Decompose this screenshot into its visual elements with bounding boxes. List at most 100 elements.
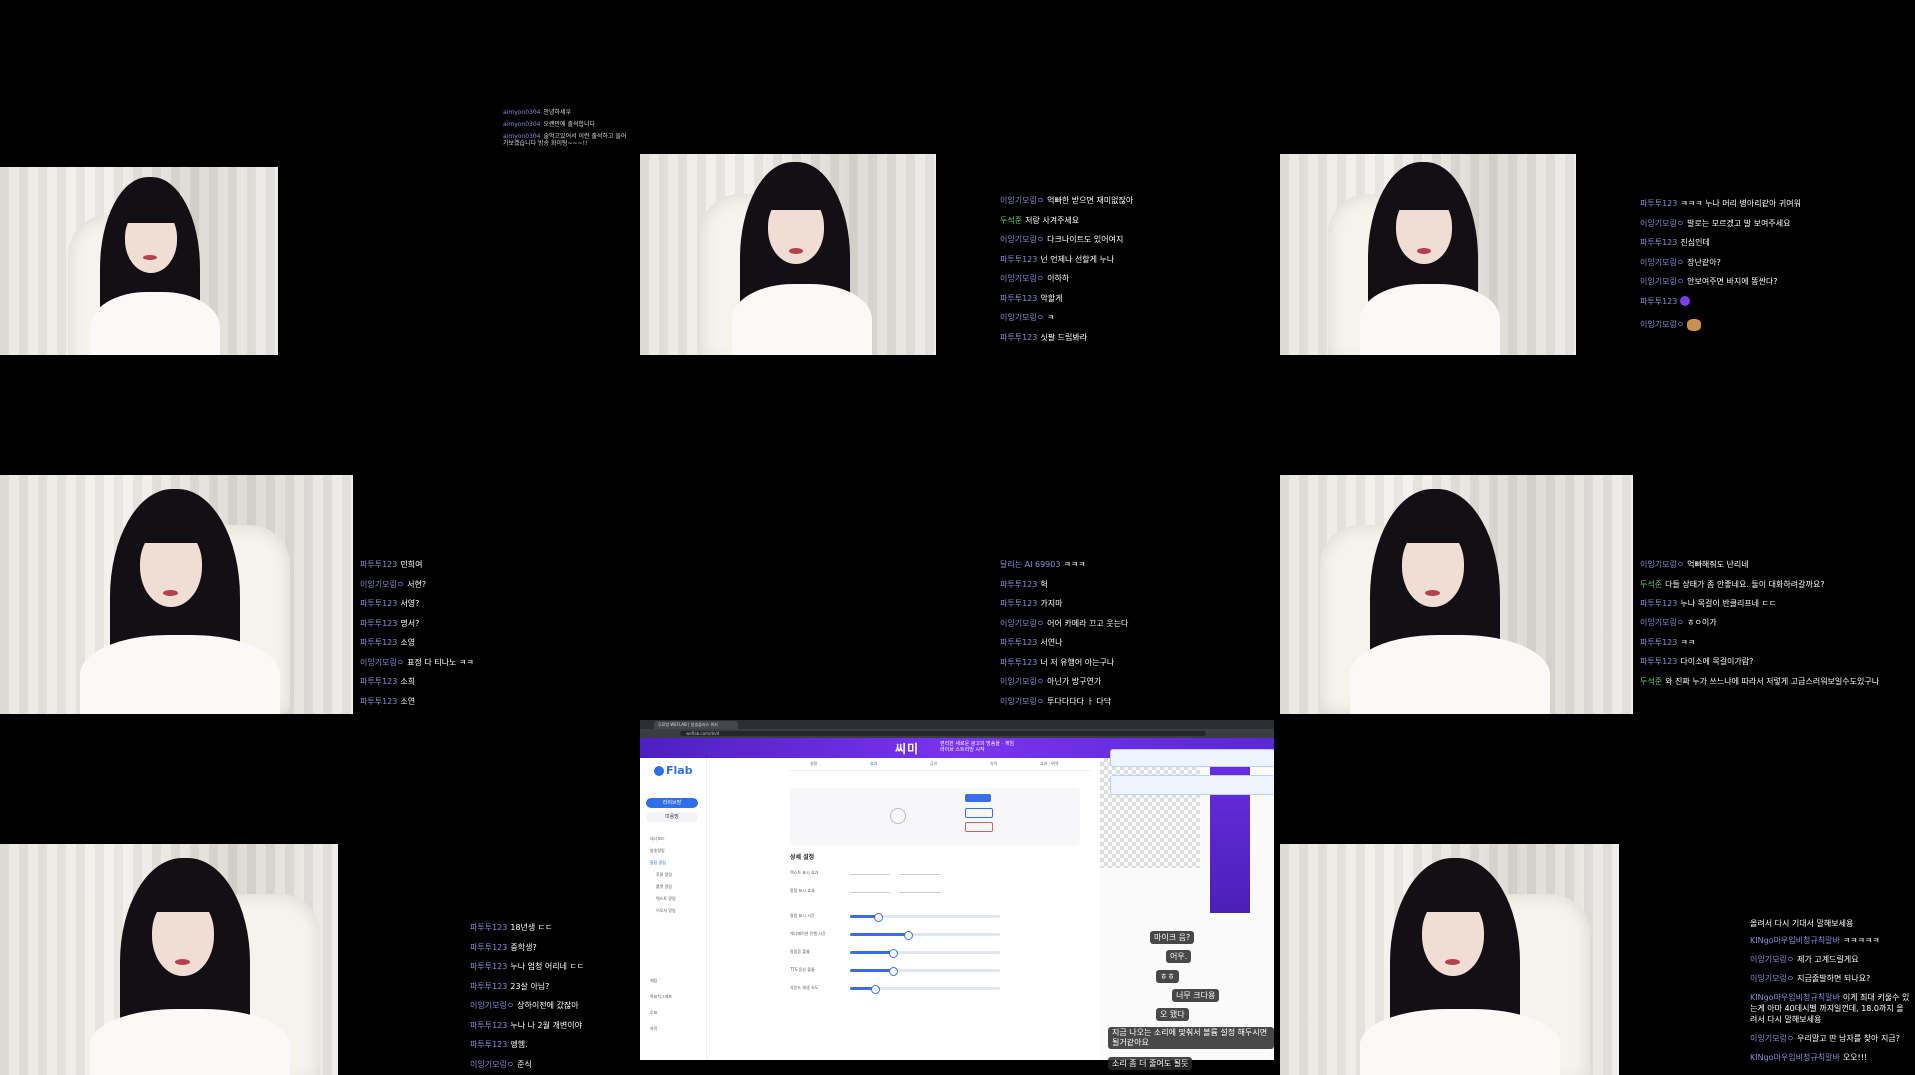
select-field[interactable]: [900, 867, 940, 875]
chat-line: 파투투123 너 저 유행어 아는구나: [1000, 657, 1115, 667]
chat-line: 두석준 와 진짜 누가 쓰느냐에 따라서 저렇게 고급스러워보일수도있구나: [1640, 676, 1880, 686]
test-button[interactable]: [965, 794, 991, 802]
chat-line: 달리는 AI 69903 ㅋㅋㅋ: [1000, 560, 1086, 569]
chat-line: 이잉기모링ㅇ ㅎㅇ이가: [1640, 618, 1717, 627]
tab-settings[interactable]: 설정: [810, 761, 817, 767]
sidebar-item[interactable]: 방송알림: [650, 848, 665, 854]
settings-tabs: 설정 효과 공유 자막 효과 · 위젯: [790, 758, 1090, 771]
select-field[interactable]: [900, 885, 940, 893]
chat-line: 이잉기모링ㅇ 표정 다 티나노 ㅋㅋ: [360, 657, 474, 667]
stream-video-3: [1280, 154, 1576, 355]
tab-widget[interactable]: 효과 · 위젯: [1040, 761, 1059, 767]
chat-line: 이잉기모링ㅇ 억빠해줘도 난리네: [1640, 560, 1749, 569]
chat-line: 파투투123 서연나: [1000, 638, 1063, 647]
tab-share[interactable]: 공유: [930, 761, 937, 767]
chat-line: 이잉기모링ㅇ 안보여주면 바지에 똥싼다?: [1640, 277, 1778, 286]
chat-line: 이잉기모링ㅇ 제가 고계드릴게요: [1750, 955, 1859, 964]
chat-line: 파투투123 가지마: [1000, 599, 1063, 608]
slider[interactable]: [850, 949, 1000, 958]
reset-button[interactable]: [965, 822, 993, 832]
chat-line: aimyon0304 오랜만에 출석합니다: [503, 121, 596, 128]
slider[interactable]: [850, 985, 1000, 994]
sidebar-item[interactable]: 룰렛 알림: [656, 884, 672, 890]
slider[interactable]: [850, 931, 1000, 940]
select-field[interactable]: [850, 867, 890, 875]
play-icon[interactable]: [890, 808, 906, 824]
chat-log-4: 파투투123 민희여 이잉기모링ㅇ 서현? 파투투123 서영? 파투투123 명서? …: [360, 555, 630, 711]
chat-line: 파투투123 누나 목걸이 반클리프네 ㄷㄷ: [1640, 598, 1777, 608]
chat-line: 파투투123: [1640, 292, 1910, 312]
chat-line: 파투투123 소영: [360, 638, 416, 647]
overlay-chat-line: 오 됐다: [1156, 1008, 1189, 1021]
chat-line: 이잉기모링ㅇ 투다다다다 ㅏ 다닥: [1000, 696, 1112, 706]
chat-line: 이잉기모링ㅇ 발로는 모르겠고 발 보여주세요: [1640, 218, 1791, 228]
chat-line: 파투투123 ㅋㅋ: [1640, 637, 1696, 647]
chat-line: 파투투123 23살 아님?: [470, 981, 550, 991]
section-title: 상세 설정: [790, 854, 815, 861]
browser-addressbar: weflab.com/dn/4: [640, 729, 1274, 738]
chat-line: aimyon0304 안녕하세우: [503, 109, 572, 116]
chat-line: 파투투123 18년생 ㄷㄷ: [470, 923, 553, 932]
sidebar-item[interactable]: 후원 알림: [656, 872, 672, 878]
chat-line: 이잉기모링ㅇ 장난같아?: [1640, 257, 1721, 267]
chat-log-2: 이잉기모링ㅇ 억빠한 받으면 재미없잖아 두석준 저랑 사겨주세요 이잉기모링ㅇ 다크…: [1000, 191, 1270, 347]
row-label: 애니메이션 진행 시간: [790, 931, 826, 936]
preview-button[interactable]: [965, 808, 993, 818]
url-field[interactable]: weflab.com/dn/4: [680, 731, 1206, 736]
row-label: 알림 표시 효과: [790, 888, 815, 893]
slider[interactable]: [850, 913, 1000, 922]
cat-emoji-icon: [1687, 318, 1702, 331]
chat-log-7: 파투투123 18년생 ㄷㄷ 파투투123 중학생? 파투투123 누나 엄청 어리네…: [470, 918, 640, 1074]
row-label: TTS 음성 볼륨: [790, 967, 815, 972]
browser-tab[interactable]: 무료방 WEFLAB | 방송플러스 위지: [654, 721, 738, 729]
chat-line: 파투투123 누나 엄청 어리네 ㄷㄷ: [470, 962, 585, 971]
overlay-chat-line: 지금 나오는 소리에 맞춰서 볼륨 설정 해두시면 될거같아요: [1108, 1027, 1274, 1049]
stream-tile-1: aimyon0304 안녕하세우 aimyon0304 오랜만에 출석합니다 aim…: [0, 0, 640, 475]
sidebar-item[interactable]: 텍스트 알림: [656, 896, 676, 902]
sidebar-item[interactable]: 목표치그래프: [650, 994, 672, 1000]
chat-line: 파투투123 중학생?: [470, 942, 537, 952]
notice-toast: [1110, 775, 1274, 795]
chat-line: 이잉기모링ㅇ 어어 카메라 끄고 웃는다: [1000, 618, 1129, 628]
chat-line: 파투투123 명서?: [360, 618, 420, 628]
chat-line: 파투투123 헉: [1000, 579, 1048, 589]
alert-preview: [790, 788, 1080, 846]
chat-line: 파투투123 진심인데: [1640, 238, 1710, 247]
overlay-chat-line: 너무 크다용: [1172, 989, 1220, 1002]
tab-subtitle[interactable]: 자막: [990, 761, 997, 767]
stream-tile-3: 파투투123 ㅋㅋㅋ 누나 머리 병아리같아 귀여워 이잉기모링ㅇ 발로는 모르겠고…: [1280, 0, 1915, 475]
chat-line: 이잉기모링ㅇ 억빠한 받으면 재미없잖아: [1000, 196, 1134, 205]
stream-video-1: [0, 167, 278, 355]
chat-line: 두석준 저랑 사겨주세요: [1000, 215, 1080, 225]
chat-line: 이잉기모링ㅇ 다크나이트도 있어여지: [1000, 235, 1124, 244]
browser-titlebar: 무료방 WEFLAB | 방송플러스 위지: [640, 720, 1274, 729]
sidebar-item[interactable]: 자막: [650, 1026, 657, 1032]
chat-line: 이잉기모링ㅇ 서현?: [360, 579, 427, 589]
chat-line: 이잉기모링ㅇㅋ: [1000, 313, 1055, 322]
sidebar-item[interactable]: 채팅: [650, 978, 657, 984]
overlay-chat-line: 어우.: [1166, 950, 1192, 963]
sidebar-item[interactable]: 이모지 알림: [656, 908, 676, 914]
sidebar-item[interactable]: 대시보드: [650, 836, 665, 842]
stream-tile-4: 파투투123 민희여 이잉기모링ㅇ 서현? 파투투123 서영? 파투투123 명서? …: [0, 475, 640, 720]
chat-line: 파투투123 엥헴.: [470, 1040, 528, 1049]
chat-line: 파투투123 ㅋㅋㅋ 누나 머리 병아리같아 귀여워: [1640, 199, 1801, 208]
chat-log-8: 올려서 다시 기대서 말해보세용 KINgo마우임비청규칙말바 ㅋㅋㅋㅋㅋ 이잉기…: [1750, 918, 1910, 1063]
slider[interactable]: [850, 967, 1000, 976]
sidebar-item[interactable]: 투표: [650, 1010, 657, 1016]
live-button[interactable]: 라이브방: [646, 798, 698, 808]
select-field[interactable]: [850, 885, 890, 893]
emoji-icon: [1680, 296, 1691, 306]
chat-line: 파투투123 서영?: [360, 599, 420, 608]
row-label: 알림 표시 시간: [790, 913, 815, 918]
chat-line: aimyon0304 술먹고있어서 이런 출석하고 들어가보겠습니다 방송 화이팅…: [503, 133, 627, 147]
stream-video-8: [1280, 844, 1619, 1075]
beauty-button[interactable]: 미용방: [646, 812, 698, 822]
chat-log-6: 이잉기모링ㅇ 억빠해줘도 난리네 두석준 다들 상태가 좀 안좋네요. 둘이 대화하…: [1640, 555, 1910, 691]
tab-effect[interactable]: 효과: [870, 761, 877, 767]
sidebar-item[interactable]: 통합 알림: [650, 860, 666, 866]
chat-line: KINgo마우임비청규칙말바 이게 최대 키울수 있는게 아마 40데시벨 까지일…: [1750, 993, 1910, 1024]
chat-line: 파투투123 다이소에 목걸이가람?: [1640, 657, 1754, 666]
chat-line: 파투투123 소연: [360, 696, 416, 706]
chat-line: 파투투123 악할게: [1000, 293, 1063, 303]
